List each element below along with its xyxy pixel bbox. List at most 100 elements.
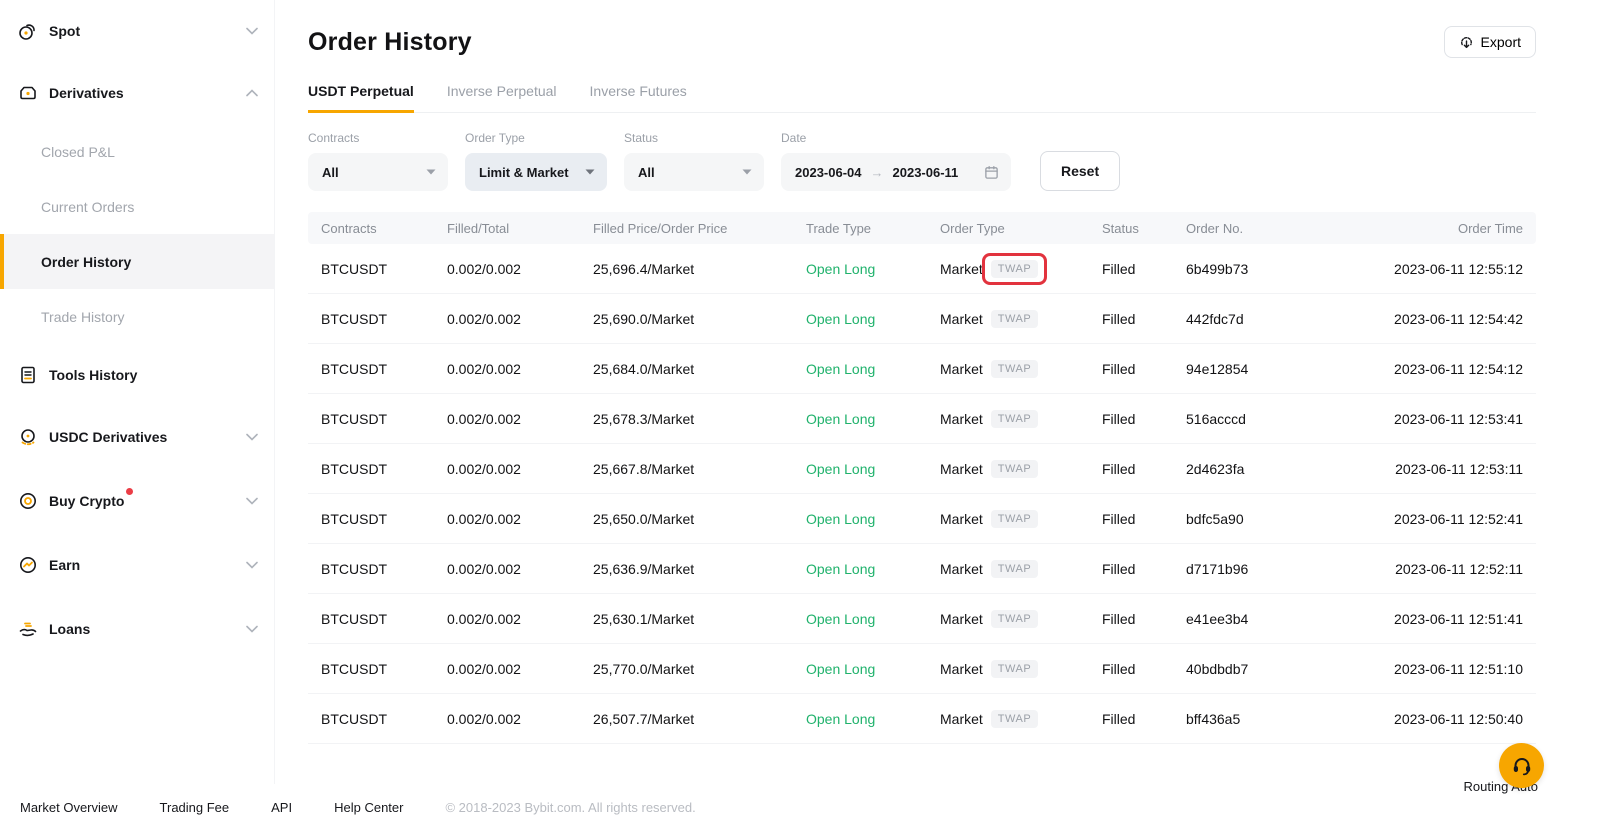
footer-link-market-overview[interactable]: Market Overview (20, 800, 118, 815)
col-order-no: Order No. (1186, 221, 1360, 236)
cell-order-time: 2023-06-11 12:51:10 (1360, 661, 1536, 677)
cell-order-type: MarketTWAP (940, 660, 1102, 678)
col-contracts: Contracts (321, 221, 447, 236)
cell-order-no: 442fdc7d (1186, 311, 1360, 327)
sidebar-item-spot[interactable]: Spot (0, 0, 274, 62)
reset-button[interactable]: Reset (1040, 151, 1120, 191)
cell-trade-type: Open Long (806, 311, 940, 327)
cell-price: 25,690.0/Market (593, 311, 806, 327)
cell-price: 25,696.4/Market (593, 261, 806, 277)
cell-contracts: BTCUSDT (321, 311, 447, 327)
order-type-filter-label: Order Type (465, 131, 607, 145)
status-filter-select[interactable]: All (624, 153, 764, 191)
contracts-filter-select[interactable]: All (308, 153, 448, 191)
table-row: BTCUSDT 0.002/0.002 25,690.0/Market Open… (308, 294, 1536, 344)
date-range-picker[interactable]: 2023-06-04 → 2023-06-11 (781, 153, 1011, 191)
table-row: BTCUSDT 0.002/0.002 25,667.8/Market Open… (308, 444, 1536, 494)
arrow-right-icon: → (871, 165, 884, 180)
twap-tag: TWAP (991, 460, 1038, 478)
table-row: BTCUSDT 0.002/0.002 25,684.0/Market Open… (308, 344, 1536, 394)
footer-link-api[interactable]: API (271, 800, 292, 815)
cell-filled-total: 0.002/0.002 (447, 411, 593, 427)
cell-trade-type: Open Long (806, 661, 940, 677)
twap-tag: TWAP (991, 410, 1038, 428)
col-status: Status (1102, 221, 1186, 236)
sidebar-item-tools-history[interactable]: Tools History (0, 344, 274, 405)
order-type-filter-select[interactable]: Limit & Market (465, 153, 607, 191)
cell-trade-type: Open Long (806, 561, 940, 577)
cell-order-time: 2023-06-11 12:51:41 (1360, 611, 1536, 627)
table-row: BTCUSDT 0.002/0.002 25,678.3/Market Open… (308, 394, 1536, 444)
cell-order-type: MarketTWAP (940, 610, 1102, 628)
app-window: Spot Derivatives Closed P&L Current Orde… (0, 0, 1600, 830)
col-filled-price: Filled Price/Order Price (593, 221, 806, 236)
sidebar-item-derivatives[interactable]: Derivatives (0, 62, 274, 124)
cell-status: Filled (1102, 561, 1186, 577)
col-order-time: Order Time (1360, 221, 1536, 236)
sidebar-item-label: Loans (49, 621, 90, 637)
export-button[interactable]: Export (1444, 26, 1536, 58)
sidebar-item-label: Tools History (49, 367, 137, 383)
cell-price: 25,678.3/Market (593, 411, 806, 427)
sidebar-item-closed-pnl[interactable]: Closed P&L (0, 124, 274, 179)
cell-price: 25,630.1/Market (593, 611, 806, 627)
cell-order-type: MarketTWAP (940, 710, 1102, 728)
chevron-down-icon (246, 625, 258, 633)
cell-order-no: 94e12854 (1186, 361, 1360, 377)
cell-order-type: MarketTWAP (940, 410, 1102, 428)
chevron-down-icon (246, 497, 258, 505)
sidebar-item-earn[interactable]: Earn (0, 533, 274, 597)
customer-support-button[interactable] (1499, 743, 1544, 788)
tab-inverse-futures[interactable]: Inverse Futures (590, 83, 687, 112)
cell-contracts: BTCUSDT (321, 561, 447, 577)
cell-status: Filled (1102, 361, 1186, 377)
chevron-up-icon (246, 89, 258, 97)
cell-filled-total: 0.002/0.002 (447, 261, 593, 277)
cell-price: 25,636.9/Market (593, 561, 806, 577)
table-body: BTCUSDT 0.002/0.002 25,696.4/Market Open… (308, 244, 1536, 744)
cell-contracts: BTCUSDT (321, 361, 447, 377)
sidebar-item-usdc-derivatives[interactable]: USDC Derivatives (0, 405, 274, 469)
cell-trade-type: Open Long (806, 261, 940, 277)
sidebar-item-order-history[interactable]: Order History (0, 234, 274, 289)
footer-link-trading-fee[interactable]: Trading Fee (160, 800, 230, 815)
cell-order-no: 6b499b73 (1186, 261, 1360, 277)
footer-link-help-center[interactable]: Help Center (334, 800, 403, 815)
cell-order-no: bff436a5 (1186, 711, 1360, 727)
twap-tag: TWAP (991, 710, 1038, 728)
footer: Market Overview Trading Fee API Help Cen… (0, 784, 1600, 830)
sidebar-item-buy-crypto[interactable]: Buy Crypto (0, 469, 274, 533)
tab-inverse-perpetual[interactable]: Inverse Perpetual (447, 83, 557, 112)
usdc-derivatives-icon (17, 426, 39, 448)
cell-order-type: MarketTWAP (940, 460, 1102, 478)
cell-order-no: e41ee3b4 (1186, 611, 1360, 627)
tab-usdt-perpetual[interactable]: USDT Perpetual (308, 83, 414, 112)
sidebar-item-label: USDC Derivatives (49, 429, 167, 445)
date-from-value: 2023-06-04 (795, 165, 862, 180)
spot-icon (17, 20, 39, 42)
date-filter-label: Date (781, 131, 1011, 145)
cell-status: Filled (1102, 411, 1186, 427)
cell-order-time: 2023-06-11 12:53:11 (1360, 461, 1536, 477)
cell-status: Filled (1102, 611, 1186, 627)
cell-price: 25,667.8/Market (593, 461, 806, 477)
cell-order-no: bdfc5a90 (1186, 511, 1360, 527)
sidebar-item-loans[interactable]: Loans (0, 597, 274, 661)
table-row: BTCUSDT 0.002/0.002 25,636.9/Market Open… (308, 544, 1536, 594)
cell-trade-type: Open Long (806, 711, 940, 727)
cell-order-type: MarketTWAP (940, 310, 1102, 328)
sidebar-item-trade-history[interactable]: Trade History (0, 289, 274, 344)
col-order-type: Order Type (940, 221, 1102, 236)
status-filter-label: Status (624, 131, 764, 145)
cell-contracts: BTCUSDT (321, 611, 447, 627)
cell-contracts: BTCUSDT (321, 661, 447, 677)
copyright-text: © 2018-2023 Bybit.com. All rights reserv… (445, 800, 695, 815)
table-row: BTCUSDT 0.002/0.002 25,696.4/Market Open… (308, 244, 1536, 294)
sidebar-item-current-orders[interactable]: Current Orders (0, 179, 274, 234)
cell-order-type: MarketTWAP (940, 360, 1102, 378)
sidebar-item-label: Derivatives (49, 85, 124, 101)
cell-trade-type: Open Long (806, 361, 940, 377)
chevron-down-icon (246, 561, 258, 569)
date-to-value: 2023-06-11 (893, 165, 959, 180)
buy-crypto-icon (17, 490, 39, 512)
